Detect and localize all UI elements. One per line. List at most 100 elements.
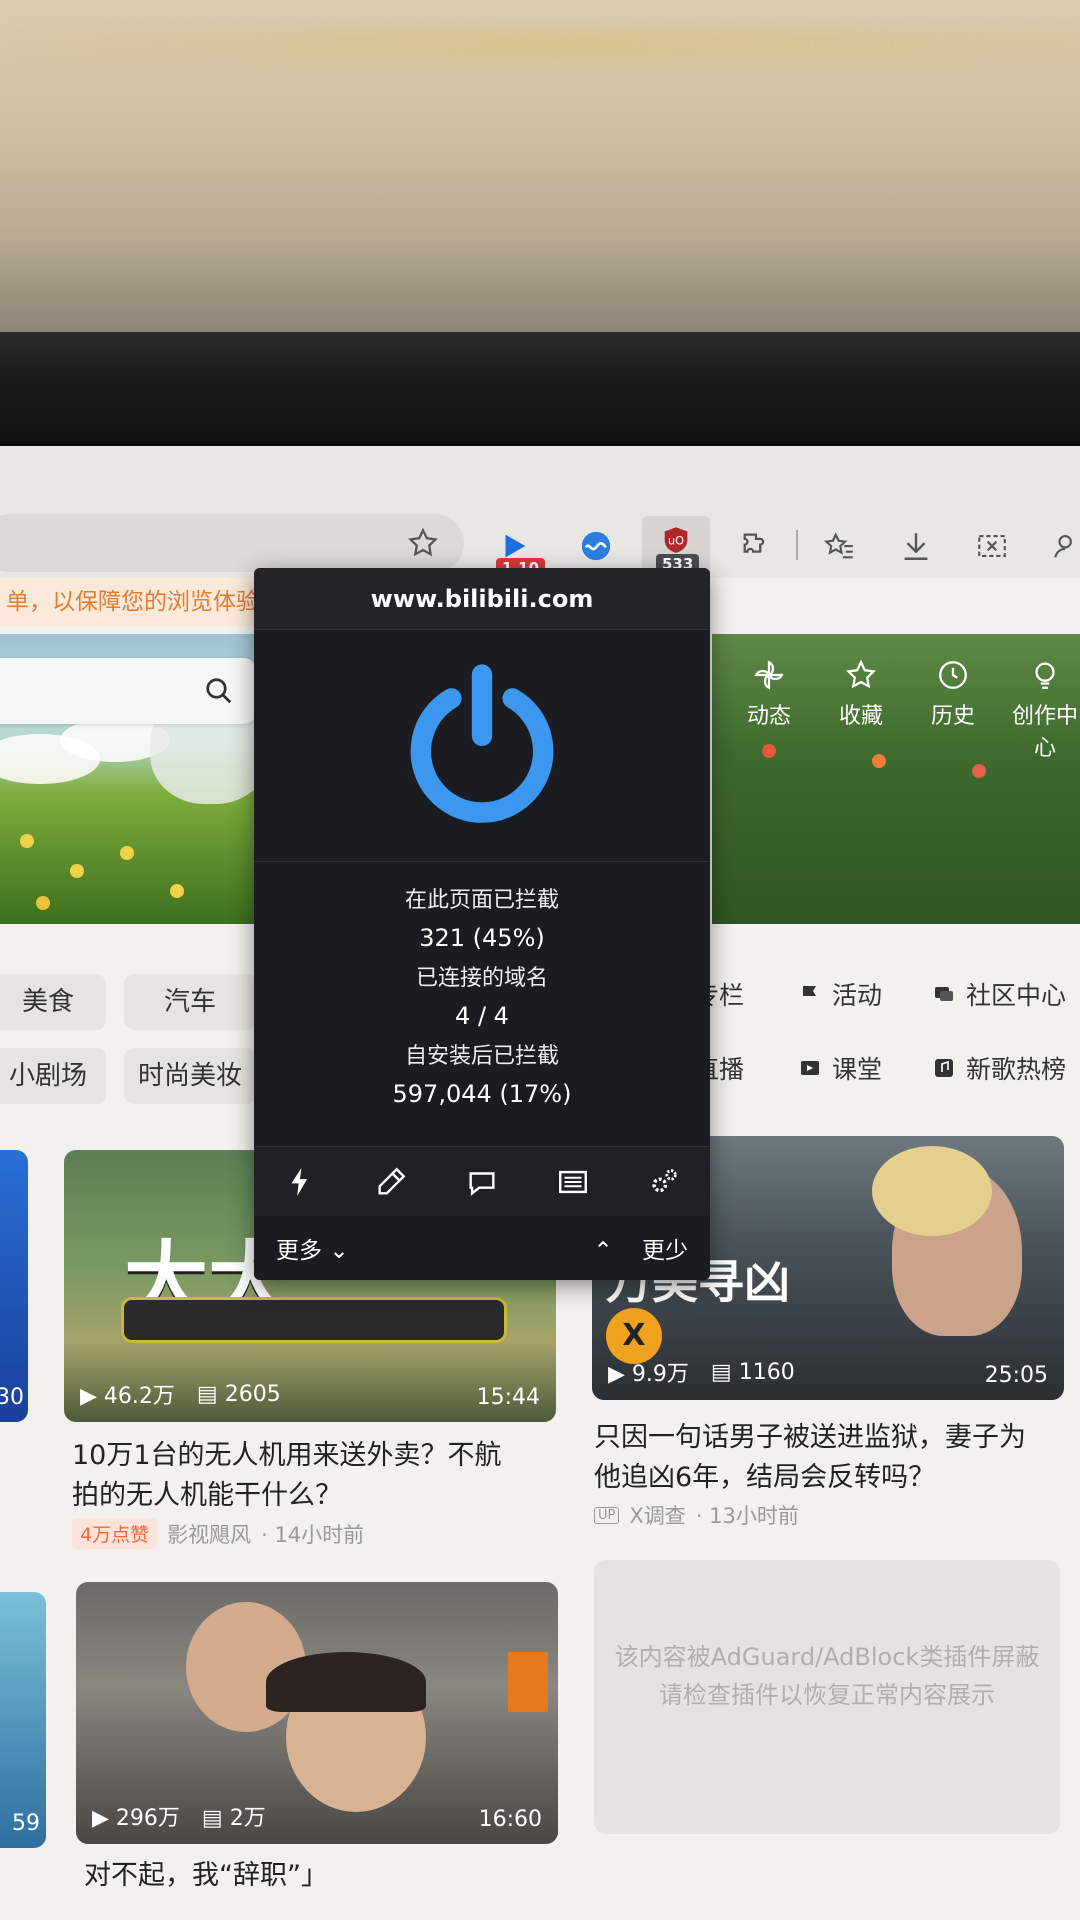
category-activity[interactable]: 活动 — [798, 976, 882, 1012]
category-community[interactable]: 社区中心 — [932, 976, 1066, 1012]
video-duration: 16:60 — [478, 1807, 542, 1832]
video-duration: 25:05 — [984, 1363, 1048, 1388]
domains-connected-value: 4 / 4 — [455, 1002, 509, 1030]
video-stats: ▶ 9.9万 ▤ 1160 — [608, 1359, 795, 1388]
author-name[interactable]: 影视飓风 — [167, 1519, 251, 1549]
category-class[interactable]: 课堂 — [798, 1050, 882, 1086]
chat-bubble-icon[interactable] — [465, 1165, 499, 1199]
view-count: 9.9万 — [631, 1362, 689, 1387]
publish-time: · 13小时前 — [695, 1504, 799, 1528]
power-switch[interactable] — [254, 630, 710, 862]
nav-label: 创作中心 — [1011, 704, 1078, 761]
favorites-list-icon[interactable] — [812, 518, 868, 574]
search-icon[interactable] — [204, 676, 234, 706]
category-car[interactable]: 汽车 — [124, 974, 256, 1030]
flag-icon — [803, 985, 816, 1003]
popup-stats: 在此页面已拦截 321 (45%) 已连接的域名 4 / 4 自安装后已拦截 5… — [254, 862, 710, 1114]
danmaku-count: 1160 — [738, 1359, 795, 1385]
placeholder-line: 该内容被AdGuard/AdBlock类插件屏蔽 — [614, 1643, 1040, 1671]
power-icon[interactable] — [397, 661, 567, 831]
danmaku-count: 2万 — [229, 1806, 266, 1831]
class-icon — [801, 1061, 819, 1075]
nav-label: 收藏 — [838, 704, 883, 729]
domains-connected-label: 已连接的域名 — [415, 966, 548, 991]
partial-video-thumb[interactable]: 59 — [0, 1592, 46, 1848]
video-title[interactable]: 只因一句话男子被送进监狱，妻子为 他追凶6年，结局会反转吗？ — [594, 1418, 1026, 1498]
likes-tag: 4万点赞 — [72, 1518, 158, 1549]
category-food[interactable]: 美食 — [0, 974, 106, 1030]
popup-tools — [254, 1146, 710, 1216]
screenshot-icon[interactable] — [964, 518, 1020, 574]
more-label: 更多 — [276, 1238, 322, 1264]
video-thumbnail[interactable]: ▶ 296万 ▤ 2万 16:60 — [76, 1582, 558, 1844]
video-stats: ▶ 46.2万 ▤ 2605 — [80, 1381, 281, 1410]
category-label: 新歌热榜 — [966, 1055, 1067, 1084]
extension-wave-icon[interactable] — [568, 518, 624, 574]
video-title[interactable]: 对不起，我“辞职”」 — [84, 1856, 328, 1896]
adblock-placeholder-card: 该内容被AdGuard/AdBlock类插件屏蔽 请检查插件以恢复正常内容展示 — [594, 1560, 1060, 1834]
title-line: 拍的无人机能干什么？ — [72, 1480, 342, 1511]
chevron-down-icon: ⌄ — [329, 1238, 349, 1264]
popup-hostname: www.bilibili.com — [254, 568, 710, 630]
video-meta: UP X调查 · 13小时前 — [594, 1500, 799, 1530]
music-icon — [935, 1059, 953, 1077]
bulb-icon — [1035, 662, 1055, 689]
lightning-icon[interactable] — [283, 1165, 317, 1199]
nav-history[interactable]: 历史 — [914, 658, 992, 762]
favorite-star-icon[interactable] — [406, 526, 440, 560]
nav-label: 历史 — [930, 704, 975, 729]
notice-banner: 单，以保障您的浏览体验 — [0, 578, 260, 626]
more-button[interactable]: 更多 ⌄ — [276, 1231, 349, 1265]
ublock-popup: www.bilibili.com 在此页面已拦截 321 (45%) 已连接的域… — [254, 568, 710, 1280]
view-count: 296万 — [115, 1806, 180, 1831]
category-label: 课堂 — [832, 1055, 883, 1084]
view-count: 46.2万 — [103, 1384, 175, 1409]
partial-video-thumb[interactable]: 30 — [0, 1150, 28, 1422]
nav-label: 动态 — [746, 704, 791, 729]
title-line: 只因一句话男子被送进监狱，妻子为 — [594, 1422, 1026, 1453]
room-wall — [0, 0, 1080, 340]
video-duration: 15:44 — [476, 1385, 540, 1410]
toolbar-divider — [796, 530, 798, 560]
star-icon — [846, 659, 876, 689]
chevron-up-icon: ⌃ — [593, 1238, 613, 1264]
category-hot-songs[interactable]: 新歌热榜 — [932, 1050, 1066, 1086]
blocked-total-label: 自安装后已拦截 — [404, 1044, 559, 1069]
up-badge: UP — [594, 1506, 620, 1524]
less-button[interactable]: ⌃ 更少 — [593, 1231, 688, 1265]
title-line: 对不起，我“辞职”」 — [84, 1860, 328, 1891]
category-label: 活动 — [832, 981, 883, 1010]
video-title[interactable]: 10万1台的无人机用来送外卖？不航 拍的无人机能干什么？ — [72, 1436, 502, 1516]
logger-list-icon[interactable] — [556, 1165, 590, 1199]
title-line: 他追凶6年，结局会反转吗？ — [594, 1462, 936, 1493]
search-box[interactable] — [0, 658, 256, 724]
settings-gears-icon[interactable] — [647, 1165, 681, 1199]
category-fashion[interactable]: 时尚美妆 — [124, 1048, 256, 1104]
blocked-on-page-label: 在此页面已拦截 — [404, 888, 559, 913]
extension-flag-icon[interactable]: 1.10 — [486, 518, 546, 578]
nav-creator-center[interactable]: 创作中心 — [1006, 658, 1080, 762]
community-icon — [935, 987, 953, 1001]
nav-favorites[interactable]: 收藏 — [822, 658, 900, 762]
download-icon[interactable] — [888, 518, 944, 574]
profile-icon[interactable] — [1040, 518, 1080, 574]
video-duration: 30 — [0, 1385, 24, 1410]
video-stats: ▶ 296万 ▤ 2万 — [92, 1806, 266, 1831]
browser-toolbar: 1.10 uO 533 — [0, 446, 1080, 578]
monitor-bezel — [0, 332, 1080, 450]
svg-text:uO: uO — [668, 533, 684, 547]
video-duration: 59 — [12, 1811, 40, 1836]
clock-icon — [939, 661, 967, 689]
pinwheel-icon — [754, 660, 784, 690]
blocked-on-page-value: 321 (45%) — [419, 924, 545, 952]
title-line: 10万1台的无人机用来送外卖？不航 — [72, 1440, 502, 1471]
address-bar[interactable] — [0, 514, 464, 572]
blocked-total-value: 597,044 (17%) — [392, 1080, 572, 1108]
extensions-puzzle-icon[interactable] — [728, 518, 784, 574]
category-short-drama[interactable]: 小剧场 — [0, 1048, 106, 1104]
eyedropper-icon[interactable] — [374, 1165, 408, 1199]
popup-more-less: 更多 ⌄ ⌃ 更少 — [254, 1216, 710, 1280]
less-label: 更少 — [642, 1238, 688, 1264]
author-name[interactable]: X调查 — [629, 1500, 685, 1530]
nav-dynamic[interactable]: 动态 — [730, 658, 808, 762]
